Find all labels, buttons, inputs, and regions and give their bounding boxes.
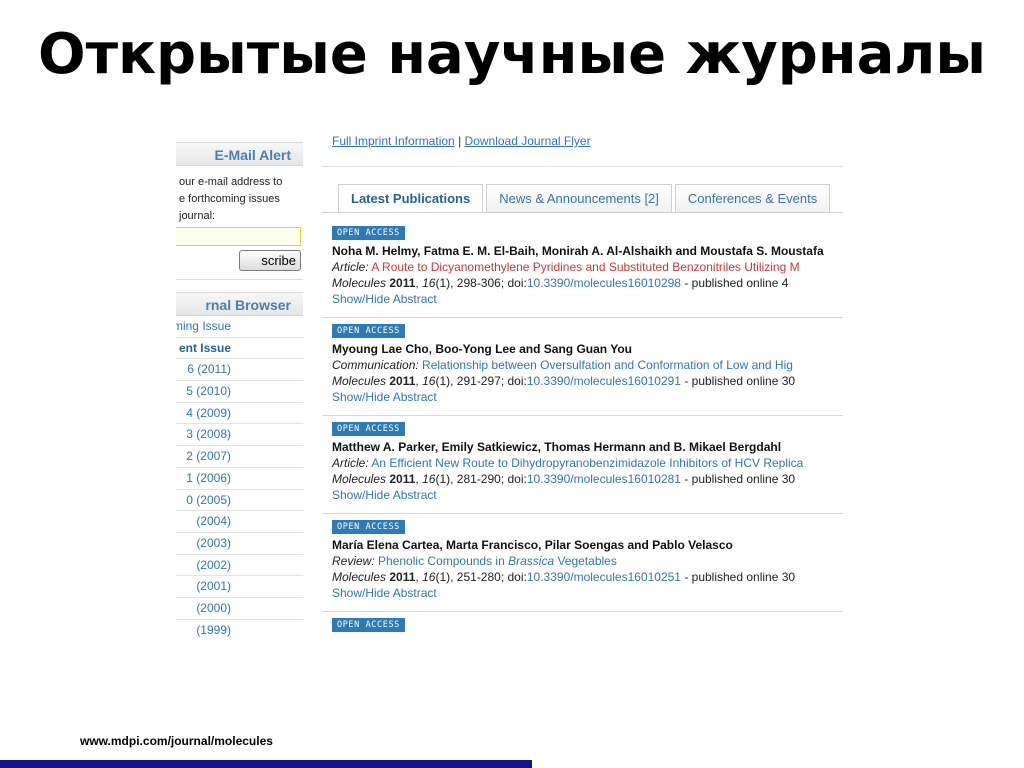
email-alert-heading: E-Mail Alert: [176, 142, 303, 166]
publication-item: OPEN ACCESS Myoung Lae Cho, Boo-Yong Lee…: [322, 318, 843, 416]
browser-item-volume[interactable]: (2003): [176, 533, 303, 555]
browser-item-volume[interactable]: (2001): [176, 576, 303, 598]
journal-browser-list: coming Issue ent Issue 6 (2011) 5 (2010)…: [176, 316, 303, 638]
browser-item-volume[interactable]: 1 (2006): [176, 468, 303, 490]
show-hide-abstract-link[interactable]: Show/Hide Abstract: [332, 487, 843, 503]
email-alert-text: our e-mail address to e forthcoming issu…: [179, 176, 283, 222]
browser-item-volume[interactable]: 2 (2007): [176, 446, 303, 468]
open-access-badge: OPEN ACCESS: [332, 618, 405, 632]
browser-item-volume[interactable]: 6 (2011): [176, 359, 303, 382]
footer-url: www.mdpi.com/journal/molecules: [80, 734, 273, 748]
browser-item-volume[interactable]: 3 (2008): [176, 424, 303, 447]
divider: [176, 279, 303, 280]
browser-item-volume[interactable]: 4 (2009): [176, 403, 303, 425]
browser-item-volume[interactable]: 0 (2005): [176, 490, 303, 512]
publication-title-line: Review: Phenolic Compounds in Brassica V…: [332, 554, 617, 568]
browser-item-forthcoming[interactable]: coming Issue: [176, 316, 303, 338]
publication-title-line: Communication: Relationship between Over…: [332, 358, 793, 372]
open-access-badge: OPEN ACCESS: [332, 422, 405, 436]
publication-title-line: Article: A Route to Dicyanomethylene Pyr…: [332, 260, 800, 274]
tab-latest-publications[interactable]: Latest Publications: [338, 184, 484, 213]
doi-link[interactable]: 10.3390/molecules16010281: [527, 472, 681, 486]
email-input[interactable]: [176, 227, 301, 246]
publication-authors: María Elena Cartea, Marta Francisco, Pil…: [332, 538, 733, 552]
show-hide-abstract-link[interactable]: Show/Hide Abstract: [332, 291, 843, 307]
website-screenshot: E-Mail Alert our e-mail address to e for…: [176, 136, 843, 638]
publication-list: OPEN ACCESS Noha M. Helmy, Fatma E. M. E…: [322, 220, 843, 638]
publication-citation: Molecules 2011, 16(1), 298-306; doi:10.3…: [332, 276, 789, 290]
publication-citation: Molecules 2011, 16(1), 251-280; doi:10.3…: [332, 570, 796, 584]
tab-conferences-events[interactable]: Conferences & Events: [674, 184, 831, 213]
browser-item-volume[interactable]: (2000): [176, 598, 303, 620]
publication-item: OPEN ACCESS Matthew A. Parker, Emily Sat…: [322, 416, 843, 514]
publication-authors: Noha M. Helmy, Fatma E. M. El-Baih, Moni…: [332, 244, 824, 258]
publication-authors: Myoung Lae Cho, Boo-Yong Lee and Sang Gu…: [332, 342, 632, 356]
publication-authors: Matthew A. Parker, Emily Satkiewicz, Tho…: [332, 440, 782, 454]
publication-citation: Molecules 2011, 16(1), 281-290; doi:10.3…: [332, 472, 796, 486]
publication-authors-clipped: [332, 635, 843, 638]
publication-title-link[interactable]: Relationship between Oversulfation and C…: [422, 358, 793, 372]
browser-item-volume[interactable]: (1999): [176, 620, 303, 638]
open-access-badge: OPEN ACCESS: [332, 520, 405, 534]
publication-title-line: Article: An Efficient New Route to Dihyd…: [332, 456, 804, 470]
subscribe-button[interactable]: scribe: [239, 250, 301, 271]
tab-news-announcements[interactable]: News & Announcements [2]: [486, 184, 672, 213]
publication-item: OPEN ACCESS María Elena Cartea, Marta Fr…: [322, 514, 843, 612]
open-access-badge: OPEN ACCESS: [332, 226, 405, 240]
doi-link[interactable]: 10.3390/molecules16010291: [527, 374, 681, 388]
main-content: Full Imprint Information | Download Jour…: [322, 136, 843, 638]
doi-link[interactable]: 10.3390/molecules16010298: [527, 276, 681, 290]
publication-citation: Molecules 2011, 16(1), 291-297; doi:10.3…: [332, 374, 796, 388]
browser-item-volume[interactable]: (2004): [176, 511, 303, 533]
flyer-link[interactable]: Download Journal Flyer: [465, 136, 591, 148]
header-links: Full Imprint Information | Download Jour…: [332, 136, 591, 150]
publication-title-link[interactable]: An Efficient New Route to Dihydropyranob…: [371, 456, 803, 470]
footer-bar: [0, 760, 532, 768]
publication-title-link[interactable]: A Route to Dicyanomethylene Pyridines an…: [371, 260, 799, 274]
browser-item-volume[interactable]: (2002): [176, 555, 303, 577]
show-hide-abstract-link[interactable]: Show/Hide Abstract: [332, 585, 843, 601]
imprint-link[interactable]: Full Imprint Information: [332, 136, 455, 148]
sidebar: E-Mail Alert our e-mail address to e for…: [176, 136, 303, 638]
browser-item-volume[interactable]: 5 (2010): [176, 381, 303, 403]
open-access-badge: OPEN ACCESS: [332, 324, 405, 338]
tab-bar: Latest Publications News & Announcements …: [338, 184, 833, 213]
journal-browser-heading: rnal Browser: [176, 292, 303, 316]
link-separator: |: [458, 136, 462, 148]
publication-title-link[interactable]: Phenolic Compounds in Brassica Vegetable…: [378, 554, 617, 568]
doi-link[interactable]: 10.3390/molecules16010251: [527, 570, 681, 584]
show-hide-abstract-link[interactable]: Show/Hide Abstract: [332, 389, 843, 405]
publication-item: OPEN ACCESS: [322, 612, 843, 638]
divider: [322, 166, 843, 167]
slide-title: Открытые научные журналы: [37, 22, 987, 87]
publication-item: OPEN ACCESS Noha M. Helmy, Fatma E. M. E…: [322, 220, 843, 318]
browser-item-current[interactable]: ent Issue: [176, 338, 303, 360]
tab-underline: [322, 212, 843, 213]
